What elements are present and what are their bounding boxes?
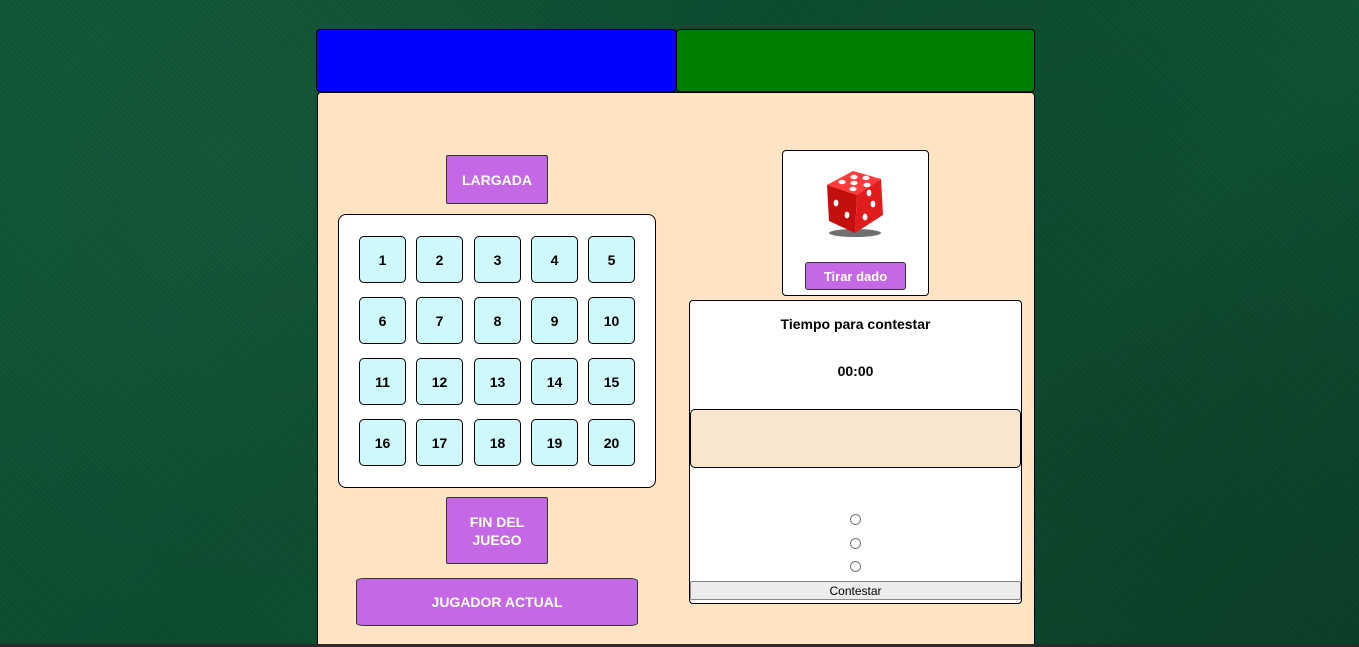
- fin-del-juego-label: FIN DEL JUEGO: [469, 513, 525, 548]
- board-cell-19[interactable]: 19: [531, 419, 578, 466]
- answer-option-2-radio[interactable]: [850, 538, 861, 549]
- contestar-button[interactable]: Contestar: [690, 581, 1021, 600]
- player-2-bar: [676, 29, 1035, 92]
- cells-grid: 1 2 3 4 5 6 7 8 9 10 11 12 13 14 15 16 17 18 19 20: [338, 214, 656, 488]
- board-cell-14[interactable]: 14: [531, 358, 578, 405]
- board-cell-11[interactable]: 11: [359, 358, 406, 405]
- board-cell-20[interactable]: 20: [588, 419, 635, 466]
- board-cell-4[interactable]: 4: [531, 236, 578, 283]
- board-cell-8[interactable]: 8: [474, 297, 521, 344]
- fin-del-juego-button[interactable]: FIN DEL JUEGO: [446, 497, 548, 564]
- board-cell-5[interactable]: 5: [588, 236, 635, 283]
- jugador-actual-button[interactable]: JUGADOR ACTUAL: [356, 578, 638, 626]
- board-cell-17[interactable]: 17: [416, 419, 463, 466]
- board-cell-9[interactable]: 9: [531, 297, 578, 344]
- board-cell-1[interactable]: 1: [359, 236, 406, 283]
- question-timer: 00:00: [837, 363, 874, 379]
- board-cell-2[interactable]: 2: [416, 236, 463, 283]
- board-cell-15[interactable]: 15: [588, 358, 635, 405]
- largada-button[interactable]: LARGADA: [446, 155, 548, 204]
- board-cell-3[interactable]: 3: [474, 236, 521, 283]
- board-cell-7[interactable]: 7: [416, 297, 463, 344]
- question-text-box: [690, 409, 1021, 468]
- tirar-dado-button[interactable]: Tirar dado: [805, 262, 906, 290]
- red-dice-icon[interactable]: [817, 163, 893, 239]
- player-1-bar: [316, 29, 677, 92]
- board-cell-6[interactable]: 6: [359, 297, 406, 344]
- question-panel: Tiempo para contestar 00:00 Contestar: [689, 300, 1022, 604]
- answer-option-3-radio[interactable]: [850, 561, 861, 572]
- answer-option-1-radio[interactable]: [850, 514, 861, 525]
- question-title: Tiempo para contestar: [780, 316, 931, 332]
- board-cell-10[interactable]: 10: [588, 297, 635, 344]
- board-cell-12[interactable]: 12: [416, 358, 463, 405]
- board-cell-16[interactable]: 16: [359, 419, 406, 466]
- board-cell-18[interactable]: 18: [474, 419, 521, 466]
- game-board: LARGADA 1 2 3 4 5 6 7 8 9 10 11 12 13 14 15 16 17 18 19 20 …: [317, 92, 1035, 647]
- dice-panel: Tirar dado: [782, 150, 929, 296]
- board-cell-13[interactable]: 13: [474, 358, 521, 405]
